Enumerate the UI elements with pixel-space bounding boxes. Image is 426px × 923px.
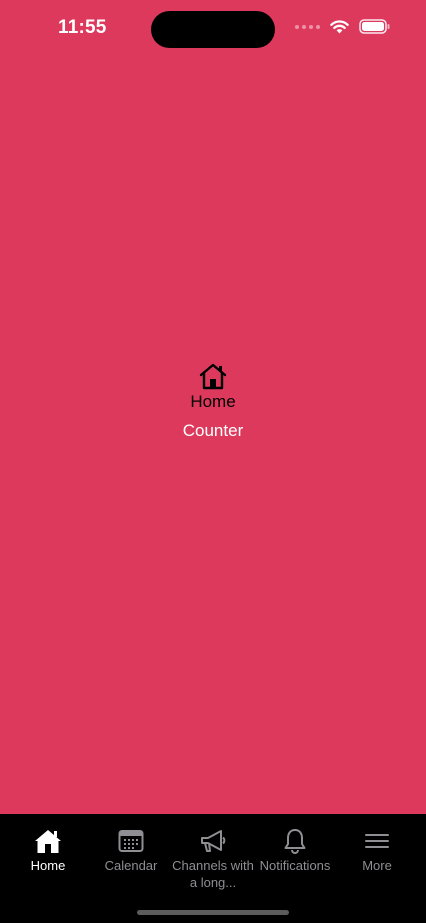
calendar-icon [118, 830, 144, 852]
dynamic-island [151, 11, 275, 48]
home-icon [35, 829, 61, 853]
bell-icon [284, 829, 306, 854]
tab-label: More [362, 858, 392, 873]
page-subtitle: Counter [182, 421, 244, 440]
page-title: Home [190, 392, 236, 411]
megaphone-icon [201, 829, 226, 852]
content-center: Home Counter [0, 362, 426, 441]
wifi-icon [330, 20, 349, 34]
status-indicators [295, 19, 390, 34]
home-icon [199, 363, 227, 390]
status-bar: 11:55 [0, 0, 426, 58]
tab-notifications[interactable]: Notifications [251, 826, 339, 874]
tab-channels[interactable]: Channels with a long... [167, 826, 259, 891]
tab-calendar[interactable]: Calendar [88, 826, 174, 874]
home-indicator[interactable] [137, 910, 289, 915]
tab-home[interactable]: Home [5, 826, 91, 874]
tab-bar: Home Calendar Channels with a long... No… [0, 814, 426, 923]
tab-label: Home [30, 858, 66, 873]
tab-more[interactable]: More [334, 826, 420, 874]
cellular-signal-icon [295, 24, 320, 29]
tab-label: Calendar [104, 858, 158, 873]
status-time: 11:55 [58, 17, 107, 38]
battery-icon [359, 19, 390, 34]
menu-icon [365, 834, 389, 848]
main-screen: 11:55 Home Counter [0, 0, 426, 814]
tab-label: Channels with a long... [172, 858, 254, 890]
tab-label: Notifications [259, 858, 331, 873]
